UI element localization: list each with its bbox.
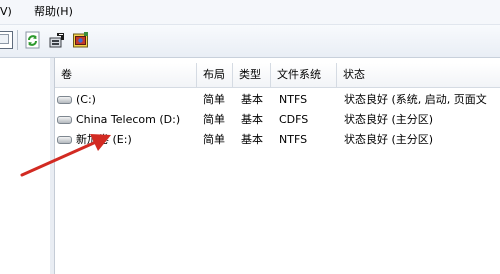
table-row[interactable]: 新加卷 (E:) 简单 基本 NTFS 状态良好 (主分区) xyxy=(55,130,500,150)
volume-type: 基本 xyxy=(241,93,263,106)
column-volume[interactable]: 卷 xyxy=(55,63,197,87)
toolbar-divider xyxy=(17,30,18,50)
volume-name: China Telecom (D:) xyxy=(76,113,181,126)
volume-name: (C:) xyxy=(76,93,96,106)
volume-layout: 简单 xyxy=(203,113,225,126)
menu-view[interactable]: V) xyxy=(0,4,12,20)
menu-help[interactable]: 帮助(H) xyxy=(34,4,73,20)
volume-list: 卷 布局 类型 文件系统 状态 (C:) 简单 基本 NTFS 状态良好 (系统… xyxy=(55,58,500,274)
column-filesystem[interactable]: 文件系统 xyxy=(271,63,337,87)
table-row[interactable]: China Telecom (D:) 简单 基本 CDFS 状态良好 (主分区) xyxy=(55,110,500,130)
properties-icon[interactable] xyxy=(48,31,66,49)
volume-filesystem: NTFS xyxy=(279,93,308,106)
volume-type: 基本 xyxy=(241,133,263,146)
help-icon[interactable] xyxy=(72,31,90,49)
toolbar xyxy=(0,25,500,58)
volume-status: 状态良好 (主分区) xyxy=(344,113,434,126)
volume-status: 状态良好 (系统, 启动, 页面文 xyxy=(344,93,487,106)
hard-drive-icon xyxy=(57,136,72,144)
partial-window-icon[interactable] xyxy=(0,31,13,49)
refresh-icon[interactable] xyxy=(24,31,42,49)
left-pane xyxy=(0,58,51,274)
volume-type: 基本 xyxy=(241,113,263,126)
column-type[interactable]: 类型 xyxy=(233,63,271,87)
table-row[interactable]: (C:) 简单 基本 NTFS 状态良好 (系统, 启动, 页面文 xyxy=(55,90,500,110)
volume-layout: 简单 xyxy=(203,93,225,106)
volume-name: 新加卷 (E:) xyxy=(76,133,132,146)
menu-bar: V) 帮助(H) xyxy=(0,0,500,25)
volume-layout: 简单 xyxy=(203,133,225,146)
hard-drive-icon xyxy=(57,96,72,104)
column-header: 卷 布局 类型 文件系统 状态 xyxy=(55,63,500,88)
volume-filesystem: CDFS xyxy=(279,113,309,126)
volume-status: 状态良好 (主分区) xyxy=(344,133,434,146)
volume-filesystem: NTFS xyxy=(279,133,308,146)
column-status[interactable]: 状态 xyxy=(337,63,500,87)
column-layout[interactable]: 布局 xyxy=(197,63,233,87)
cd-drive-icon xyxy=(57,116,72,124)
